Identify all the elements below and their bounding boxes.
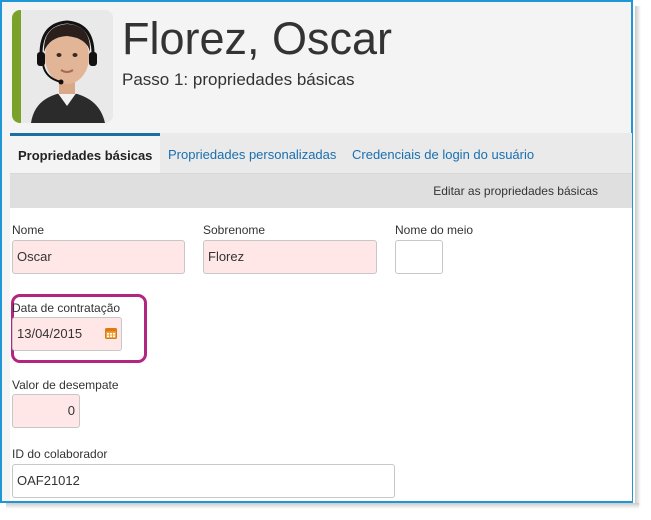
hire-date-field[interactable]: 13/04/2015 bbox=[12, 317, 122, 351]
page-subtitle: Passo 1: propriedades básicas bbox=[122, 70, 355, 89]
first-name-field[interactable]: Oscar bbox=[12, 240, 185, 274]
frame-shadow-bottom bbox=[6, 503, 639, 509]
tab-login-credentials[interactable]: Credenciais de login do usuário bbox=[352, 133, 534, 173]
tab-bar: Propriedades básicas Propriedades person… bbox=[10, 133, 632, 174]
tiebreaker-label: Valor de desempate bbox=[12, 378, 119, 392]
tab-basic-properties[interactable]: Propriedades básicas bbox=[10, 133, 161, 173]
edit-basic-properties-link[interactable]: Editar as propriedades básicas bbox=[433, 174, 598, 208]
frame-shadow-right bbox=[635, 6, 641, 506]
hire-date-label: Data de contratação bbox=[12, 301, 121, 315]
employee-id-label: ID do colaborador bbox=[12, 447, 108, 461]
avatar bbox=[12, 10, 113, 123]
middle-name-label: Nome do meio bbox=[395, 223, 474, 237]
avatar-accent-bar bbox=[12, 10, 21, 123]
last-name-label: Sobrenome bbox=[203, 223, 266, 237]
tab-custom-properties[interactable]: Propriedades personalizadas bbox=[168, 133, 336, 173]
last-name-field[interactable]: Florez bbox=[203, 240, 377, 274]
page-title: Florez, Oscar bbox=[122, 13, 393, 64]
action-bar: Editar as propriedades básicas bbox=[10, 174, 632, 208]
tiebreaker-field[interactable]: 0 bbox=[12, 394, 80, 428]
first-name-label: Nome bbox=[12, 223, 45, 237]
hire-date-value: 13/04/2015 bbox=[17, 326, 83, 341]
calendar-icon[interactable] bbox=[105, 327, 117, 339]
basic-properties-form: Nome Oscar Sobrenome Florez Nome do meio… bbox=[10, 208, 632, 501]
employee-id-field[interactable]: OAF21012 bbox=[12, 464, 395, 498]
middle-name-field[interactable] bbox=[395, 240, 443, 274]
user-photo bbox=[21, 10, 113, 123]
